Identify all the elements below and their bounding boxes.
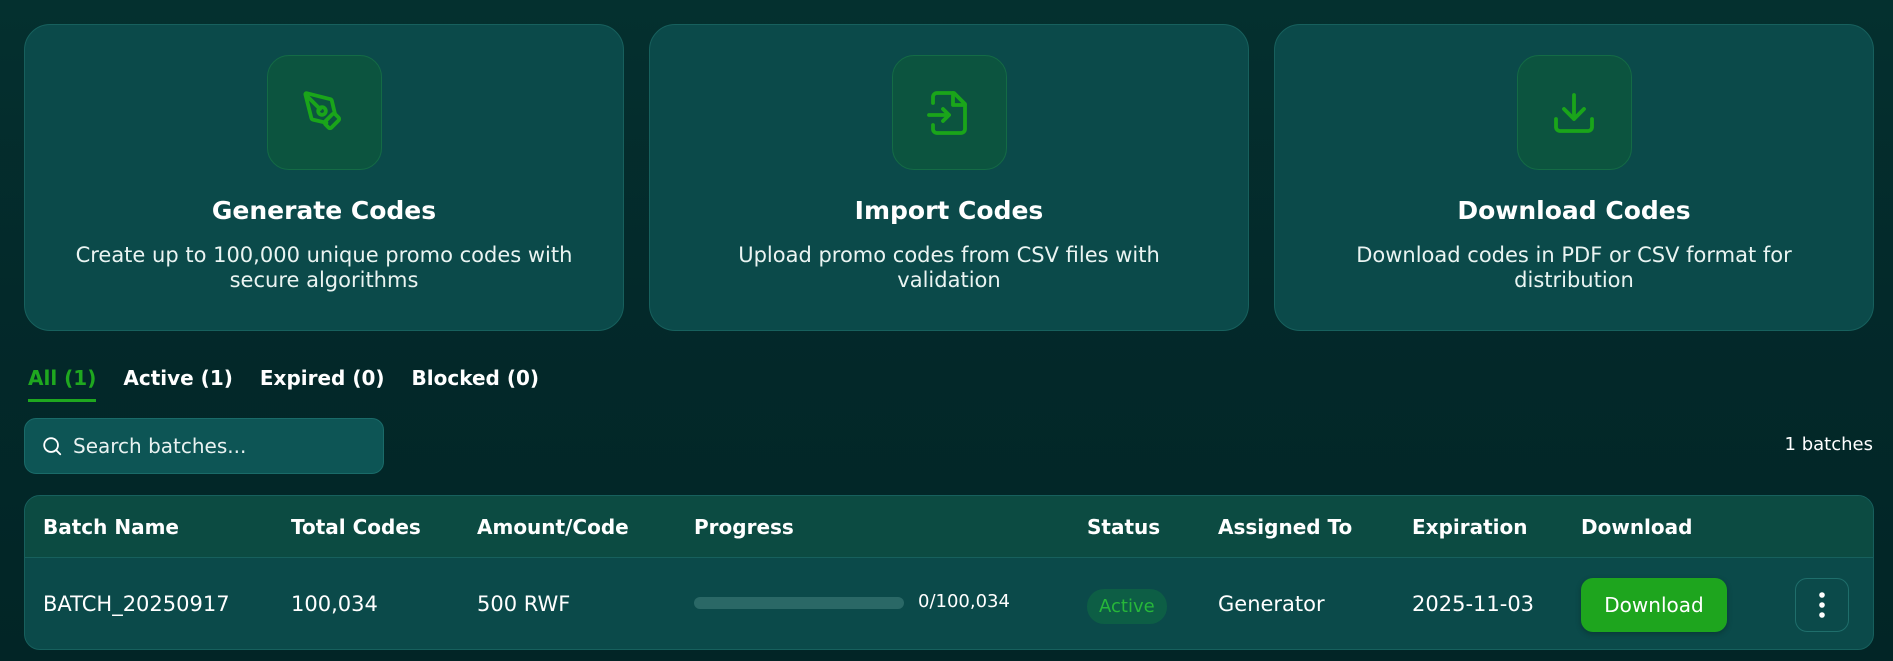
tab-all[interactable]: All (1) (28, 366, 97, 402)
column-header-expiration: Expiration (1412, 515, 1528, 539)
batches-table: Batch Name Total Codes Amount/Code Progr… (24, 495, 1874, 650)
card-title: Generate Codes (211, 196, 437, 225)
progress-bar (694, 597, 904, 609)
expiration-cell: 2025-11-03 (1412, 592, 1535, 616)
generate-codes-card[interactable]: Generate Codes Create up to 100,000 uniq… (24, 24, 624, 331)
card-description: Upload promo codes from CSV files with v… (738, 243, 1160, 292)
import-codes-card[interactable]: Import Codes Upload promo codes from CSV… (649, 24, 1249, 331)
status-tabs: All (1) Active (1) Expired (0) Blocked (… (28, 366, 539, 402)
more-options-button[interactable] (1795, 578, 1849, 632)
column-header-status: Status (1087, 515, 1161, 539)
amount-code-cell: 500 RWF (477, 592, 571, 616)
tab-expired[interactable]: Expired (0) (260, 366, 385, 402)
status-badge: Active (1087, 589, 1167, 624)
column-header-progress: Progress (694, 515, 794, 539)
batch-name-cell: BATCH_20250917 (43, 592, 230, 616)
tab-blocked[interactable]: Blocked (0) (412, 366, 540, 402)
file-import-icon (891, 55, 1007, 170)
table-header: Batch Name Total Codes Amount/Code Progr… (25, 496, 1873, 558)
table-row[interactable]: BATCH_20250917 100,034 500 RWF 0/100,034… (25, 558, 1873, 649)
feature-cards: Generate Codes Create up to 100,000 uniq… (24, 24, 1874, 331)
column-header-total-codes: Total Codes (291, 515, 421, 539)
search-icon (43, 437, 62, 456)
more-vertical-icon (1819, 592, 1825, 618)
column-header-download: Download (1581, 515, 1693, 539)
tab-active[interactable]: Active (1) (123, 366, 233, 402)
download-icon (1516, 55, 1632, 170)
card-description: Download codes in PDF or CSV format for … (1356, 243, 1792, 292)
pen-tool-icon (266, 55, 382, 170)
card-title: Download Codes (1457, 196, 1691, 225)
column-header-batch-name: Batch Name (43, 515, 179, 539)
column-header-amount-code: Amount/Code (477, 515, 629, 539)
download-codes-card[interactable]: Download Codes Download codes in PDF or … (1274, 24, 1874, 331)
batch-count: 1 batches (1784, 434, 1873, 455)
progress-text: 0/100,034 (918, 591, 1010, 612)
search-box[interactable] (24, 418, 384, 474)
total-codes-cell: 100,034 (291, 592, 378, 616)
column-header-assigned-to: Assigned To (1218, 515, 1353, 539)
card-title: Import Codes (854, 196, 1044, 225)
assigned-to-cell: Generator (1218, 592, 1325, 616)
card-description: Create up to 100,000 unique promo codes … (75, 243, 573, 292)
download-button[interactable]: Download (1581, 578, 1727, 632)
search-input[interactable] (73, 434, 363, 458)
